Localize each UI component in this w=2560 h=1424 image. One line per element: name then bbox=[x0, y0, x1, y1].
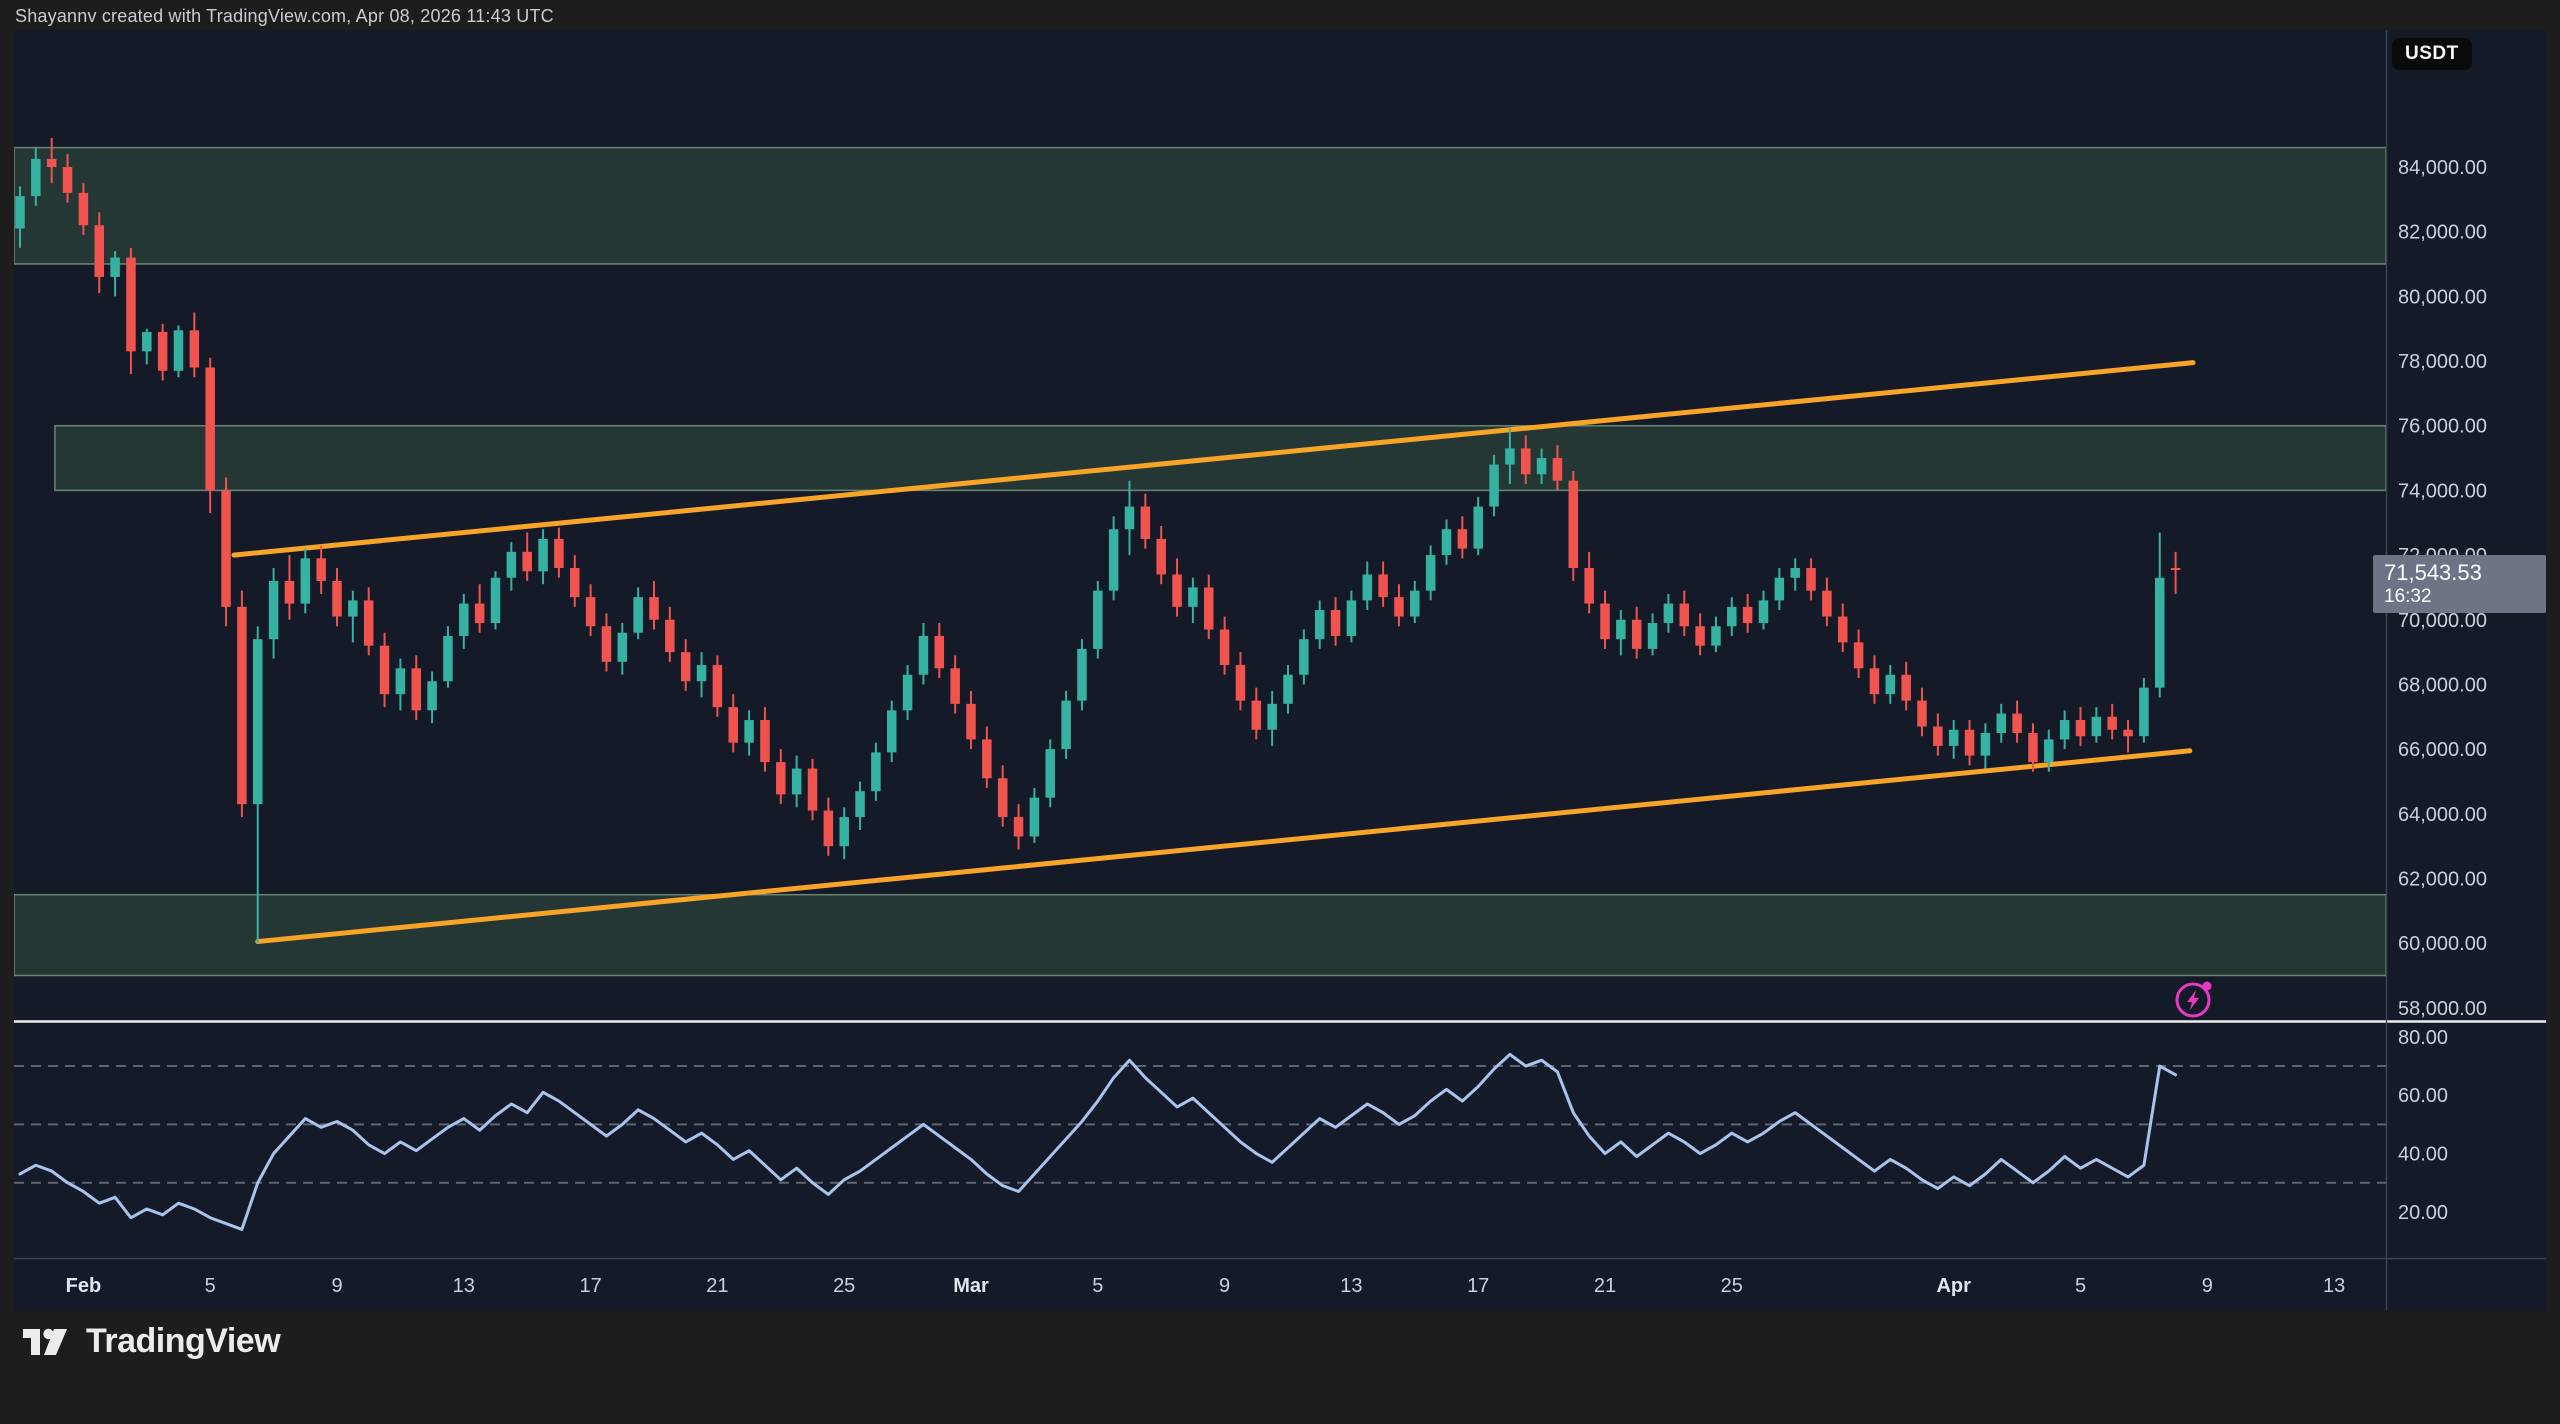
rsi-tick-label: 20.00 bbox=[2398, 1202, 2448, 1224]
candle bbox=[237, 591, 247, 817]
page: Shayannv created with TradingView.com, A… bbox=[0, 0, 2560, 1424]
price-tick-label: 84,000.00 bbox=[2398, 157, 2487, 179]
price-tick-label: 78,000.00 bbox=[2398, 351, 2487, 373]
price-tick-label: 62,000.00 bbox=[2398, 869, 2487, 891]
chart-widget: 84,000.00 82,000.00 80,000.00 78,000.00 76,0… bbox=[14, 30, 2546, 1310]
price-tick-label: 80,000.00 bbox=[2398, 286, 2487, 308]
time-tick-label[interactable]: 13 bbox=[1340, 1275, 1362, 1297]
candle bbox=[221, 477, 231, 626]
time-tick-label-month[interactable]: Apr bbox=[1936, 1275, 1971, 1297]
price-tick-label: 64,000.00 bbox=[2398, 804, 2487, 826]
last-price-value: 71,543.53 bbox=[2384, 560, 2546, 586]
price-tick-label: 74,000.00 bbox=[2398, 480, 2487, 502]
bar-close-countdown: 16:32 bbox=[2384, 586, 2546, 608]
time-tick-label[interactable]: 5 bbox=[1092, 1275, 1103, 1297]
price-tick-label: 68,000.00 bbox=[2398, 674, 2487, 696]
time-tick-label[interactable]: 21 bbox=[1594, 1275, 1616, 1297]
candle bbox=[1046, 739, 1056, 807]
time-tick-label[interactable]: 9 bbox=[1219, 1275, 1230, 1297]
price-tick-label: 76,000.00 bbox=[2398, 416, 2487, 438]
last-price-badge: 71,543.53 16:32 bbox=[2373, 555, 2546, 613]
time-tick-label[interactable]: 9 bbox=[331, 1275, 342, 1297]
time-tick-label-month[interactable]: Feb bbox=[66, 1275, 102, 1297]
price-tick-label: 60,000.00 bbox=[2398, 933, 2487, 955]
candle bbox=[205, 358, 215, 513]
candle bbox=[491, 571, 501, 629]
supply-demand-zone-3[interactable] bbox=[14, 895, 2386, 976]
rsi-tick-label: 80.00 bbox=[2398, 1027, 2448, 1049]
rsi-tick-label: 40.00 bbox=[2398, 1144, 2448, 1166]
price-tick-label: 70,000.00 bbox=[2398, 610, 2487, 632]
time-tick-label[interactable]: 25 bbox=[833, 1275, 855, 1297]
time-tick-label[interactable]: 17 bbox=[1467, 1275, 1489, 1297]
rsi-tick-label: 60.00 bbox=[2398, 1085, 2448, 1107]
time-tick-label-month[interactable]: Mar bbox=[953, 1275, 989, 1297]
supply-demand-zone-1[interactable] bbox=[14, 148, 2386, 264]
candle bbox=[174, 325, 184, 377]
candle bbox=[1061, 691, 1071, 759]
time-tick-label[interactable]: 5 bbox=[2075, 1275, 2086, 1297]
currency-toggle-badge[interactable]: USDT bbox=[2392, 38, 2472, 70]
price-tick-label: 66,000.00 bbox=[2398, 739, 2487, 761]
candle bbox=[2139, 678, 2149, 743]
time-tick-label[interactable]: 21 bbox=[706, 1275, 728, 1297]
time-tick-label[interactable]: 25 bbox=[1721, 1275, 1743, 1297]
chart-canvas[interactable]: 84,000.00 82,000.00 80,000.00 78,000.00 76,0… bbox=[14, 30, 2546, 1310]
candle bbox=[1569, 471, 1579, 581]
attribution-text: Shayannv created with TradingView.com, A… bbox=[15, 6, 554, 27]
price-tick-label: 82,000.00 bbox=[2398, 222, 2487, 244]
candle bbox=[301, 549, 311, 614]
footer: TradingView bbox=[22, 1322, 280, 1361]
tradingview-logo-icon[interactable] bbox=[22, 1325, 72, 1359]
time-tick-label[interactable]: 13 bbox=[2323, 1275, 2345, 1297]
candle bbox=[1077, 639, 1087, 710]
brand-wordmark[interactable]: TradingView bbox=[86, 1322, 280, 1361]
candle bbox=[1093, 581, 1103, 659]
time-tick-label[interactable]: 5 bbox=[205, 1275, 216, 1297]
time-tick-label[interactable]: 9 bbox=[2202, 1275, 2213, 1297]
time-tick-label[interactable]: 13 bbox=[453, 1275, 475, 1297]
time-tick-label[interactable]: 17 bbox=[579, 1275, 601, 1297]
price-tick-label: 58,000.00 bbox=[2398, 998, 2487, 1020]
